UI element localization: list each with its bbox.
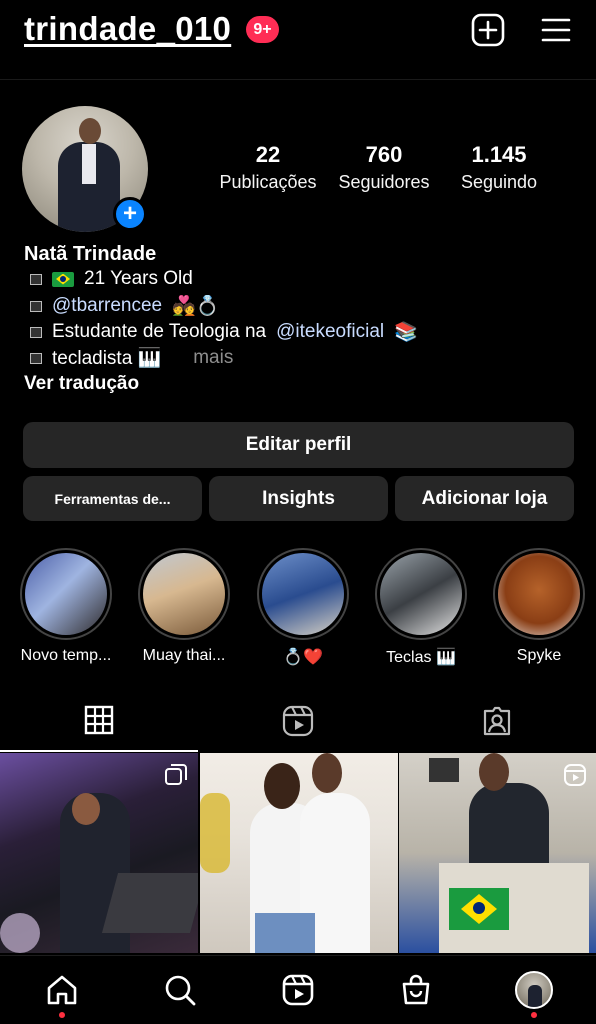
- plus-square-icon[interactable]: [470, 12, 506, 48]
- bio-line-3: Estudante de Teologia na @itekeoficial 📚: [30, 320, 418, 344]
- post-thumbnail[interactable]: [200, 753, 398, 953]
- edit-profile-button[interactable]: Editar perfil: [23, 422, 574, 468]
- highlight-ring: [138, 548, 230, 640]
- profile-tabs: [0, 690, 596, 752]
- home-notification-dot: [59, 1012, 65, 1018]
- stat-posts[interactable]: 22 Publicações: [214, 142, 322, 193]
- highlight-cover: [498, 553, 580, 635]
- bio-line-4: tecladista 🎹 mais: [30, 346, 233, 370]
- brazil-flag-icon: [52, 271, 74, 287]
- tagged-icon: [483, 706, 511, 736]
- menu-icon[interactable]: [538, 12, 574, 48]
- highlight-item[interactable]: Novo temp...: [7, 548, 125, 665]
- highlight-cover: [262, 553, 344, 635]
- bio-mention-school[interactable]: @itekeoficial: [276, 321, 384, 343]
- reels-nav-icon[interactable]: [278, 970, 318, 1010]
- bullet-icon: [30, 300, 42, 312]
- add-story-icon[interactable]: +: [113, 197, 147, 231]
- profile-nav-avatar[interactable]: [514, 970, 554, 1010]
- stat-followers[interactable]: 760 Seguidores: [330, 142, 438, 193]
- highlight-label: Muay thai...: [142, 647, 226, 664]
- posts-count: 22: [255, 142, 281, 167]
- search-icon[interactable]: [160, 970, 200, 1010]
- highlight-label: Teclas 🎹: [386, 649, 456, 666]
- highlight-label: 💍❤️: [283, 649, 323, 666]
- tab-tagged[interactable]: [398, 690, 596, 752]
- following-count: 1.145: [471, 142, 527, 167]
- highlight-ring: [375, 548, 467, 640]
- bio-study: Estudante de Teologia na: [52, 321, 267, 342]
- username[interactable]: trindade_010: [24, 10, 231, 48]
- following-label: Seguindo: [460, 172, 538, 192]
- bullet-icon: [30, 352, 42, 364]
- add-shop-button[interactable]: Adicionar loja: [395, 476, 574, 521]
- bio-line-2: @tbarrencee 💑💍: [30, 294, 219, 318]
- post-thumbnail[interactable]: [0, 753, 198, 953]
- highlight-item[interactable]: Teclas 🎹: [362, 548, 480, 667]
- profile-avatar-wrap[interactable]: +: [22, 106, 148, 232]
- bio-emoji-books: 📚: [394, 322, 418, 343]
- highlight-ring: [493, 548, 585, 640]
- bio-keyboardist: tecladista 🎹: [52, 348, 162, 369]
- display-name: Natã Trindade: [24, 243, 157, 265]
- tab-posts-grid[interactable]: [0, 690, 198, 752]
- stat-following[interactable]: 1.145 Seguindo: [450, 142, 548, 193]
- bio-emoji-couple: 💑💍: [172, 296, 220, 317]
- bio-line-1: 21 Years Old: [30, 268, 193, 290]
- highlight-label: Spyke: [516, 647, 562, 664]
- highlight-item[interactable]: Muay thai...: [125, 548, 243, 665]
- notification-badge[interactable]: 9+: [246, 16, 279, 43]
- highlight-cover: [380, 553, 462, 635]
- followers-count: 760: [365, 142, 403, 167]
- highlight-ring: [257, 548, 349, 640]
- bullet-icon: [30, 326, 42, 338]
- shop-icon[interactable]: [396, 970, 436, 1010]
- professional-tools-button[interactable]: Ferramentas de...: [23, 476, 202, 521]
- post-thumbnail[interactable]: [399, 753, 596, 953]
- highlight-cover: [143, 553, 225, 635]
- highlight-item[interactable]: Spyke: [480, 548, 596, 665]
- grid-icon: [84, 705, 114, 735]
- tab-reels[interactable]: [199, 690, 397, 752]
- home-icon[interactable]: [42, 970, 82, 1010]
- bio-more-link[interactable]: mais: [193, 347, 233, 369]
- insights-button[interactable]: Insights: [209, 476, 388, 521]
- bio-age: 21 Years Old: [84, 268, 193, 289]
- highlight-item[interactable]: 💍❤️: [244, 548, 362, 667]
- reels-icon: [282, 705, 314, 737]
- highlight-label: Novo temp...: [20, 647, 112, 664]
- posts-label: Publicações: [219, 172, 317, 192]
- reel-badge-icon: [563, 763, 587, 792]
- bottom-nav: [0, 955, 596, 1024]
- carousel-icon: [164, 763, 188, 792]
- see-translation-link[interactable]: Ver tradução: [24, 373, 139, 395]
- avatar: [515, 971, 553, 1009]
- highlight-ring: [20, 548, 112, 640]
- profile-header: trindade_010 9+: [0, 0, 596, 80]
- profile-notification-dot: [531, 1012, 537, 1018]
- highlight-cover: [25, 553, 107, 635]
- followers-label: Seguidores: [338, 172, 430, 192]
- bio-mention-partner[interactable]: @tbarrencee: [52, 295, 162, 317]
- bullet-icon: [30, 273, 42, 285]
